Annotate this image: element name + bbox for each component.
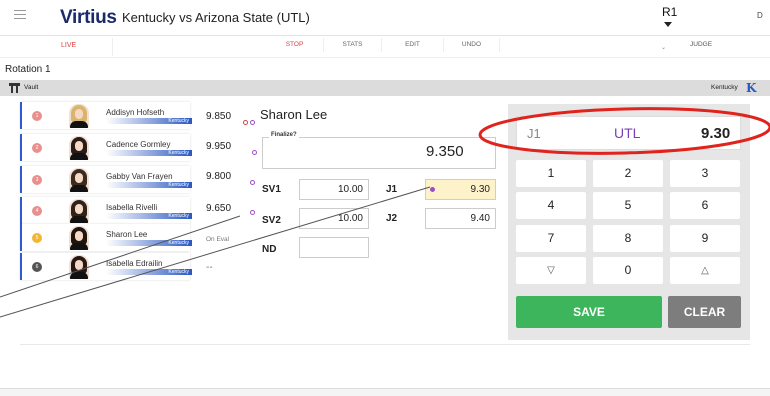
rotation-selector[interactable]: R1	[662, 5, 677, 19]
athlete-row[interactable]: 5 Sharon Lee Kentucky	[20, 224, 192, 251]
team-label: Kentucky	[711, 84, 738, 91]
athlete-photo	[69, 255, 89, 279]
apparatus-label: Vault	[24, 84, 39, 91]
j1-active-dot-icon	[430, 187, 435, 192]
j2-input[interactable]: 9.40	[425, 208, 496, 229]
content-divider	[20, 344, 750, 345]
sv2-input[interactable]: 10.00	[299, 208, 369, 229]
athlete-photo	[69, 199, 89, 223]
nd-label: ND	[262, 244, 277, 255]
athlete-team: Kentucky	[106, 269, 192, 275]
apparatus-bar: Vault Kentucky K	[0, 80, 770, 96]
judge-chevron-icon[interactable]: ⌄	[661, 44, 666, 51]
key-6[interactable]: 6	[670, 192, 740, 219]
sv2-status-dot-icon	[250, 210, 255, 215]
key-3[interactable]: 3	[670, 160, 740, 187]
order-badge: 3	[32, 175, 42, 185]
meet-title: Kentucky vs Arizona State (UTL)	[122, 10, 310, 25]
order-badge: 1	[32, 111, 42, 121]
athlete-name: Sharon Lee	[106, 230, 148, 239]
athlete-name: Gabby Van Frayen	[106, 172, 173, 181]
vault-icon	[9, 83, 20, 93]
key-0[interactable]: 0	[593, 257, 663, 284]
athlete-row[interactable]: 2 Cadence Gormley Kentucky	[20, 134, 192, 161]
red-status-dot-icon	[243, 120, 248, 125]
key-8[interactable]: 8	[593, 225, 663, 252]
athlete-row[interactable]: 1 Addisyn Hofseth Kentucky	[20, 102, 192, 129]
athlete-photo	[69, 136, 89, 160]
key-9[interactable]: 9	[670, 225, 740, 252]
nd-input[interactable]	[299, 237, 369, 258]
athlete-team: Kentucky	[106, 118, 192, 124]
order-badge: 2	[32, 143, 42, 153]
key-7[interactable]: 7	[516, 225, 586, 252]
keypad-display: J1 UTL 9.30	[516, 116, 741, 150]
athlete-score: 9.650	[206, 203, 232, 214]
sv1-input[interactable]: 10.00	[299, 179, 369, 200]
order-badge: 6	[32, 262, 42, 272]
athlete-row[interactable]: 4 Isabella Rivelli Kentucky	[20, 197, 192, 224]
athlete-score: --	[206, 262, 213, 273]
key-1[interactable]: 1	[516, 160, 586, 187]
athlete-photo	[69, 226, 89, 250]
edit-button[interactable]: EDIT	[382, 38, 444, 52]
j1-input[interactable]: 9.30	[425, 179, 496, 200]
judge-selector[interactable]: JUDGE	[690, 41, 712, 48]
order-badge: 4	[32, 206, 42, 216]
athlete-team: Kentucky	[106, 240, 192, 246]
display-judge: J1	[527, 126, 541, 141]
athlete-name: Isabella Edrailin	[106, 259, 163, 268]
key-up-arrow-icon[interactable]: △	[670, 257, 740, 284]
clear-button[interactable]: CLEAR	[668, 296, 741, 328]
athlete-score: 9.850	[206, 111, 232, 122]
finalize-label: Finalize?	[269, 132, 299, 138]
athlete-team: Kentucky	[106, 182, 192, 188]
live-indicator: LIVE	[61, 42, 77, 49]
athlete-photo	[69, 168, 89, 192]
key-2[interactable]: 2	[593, 160, 663, 187]
athlete-team: Kentucky	[106, 213, 192, 219]
athlete-photo	[69, 104, 89, 128]
stop-button[interactable]: STOP	[266, 38, 324, 52]
display-value: 9.30	[701, 125, 731, 142]
key-down-arrow-icon[interactable]: ▽	[516, 257, 586, 284]
app-logo: Virtius	[60, 7, 117, 28]
kentucky-logo-icon: K	[746, 81, 757, 95]
hamburger-menu-icon[interactable]	[14, 10, 26, 22]
athlete-team: Kentucky	[106, 150, 192, 156]
purple-status-dot-icon	[250, 120, 255, 125]
stats-button[interactable]: STATS	[324, 38, 382, 52]
user-avatar[interactable]: D	[757, 11, 763, 20]
order-badge: 5	[32, 233, 42, 243]
athlete-name: Addisyn Hofseth	[106, 108, 165, 117]
sv2-label: SV2	[262, 215, 281, 226]
display-event: UTL	[614, 125, 641, 141]
athlete-name: Isabella Rivelli	[106, 203, 158, 212]
finalize-status-dot-icon	[252, 150, 257, 155]
athlete-score: On Eval	[206, 236, 230, 243]
athlete-score: 9.950	[206, 141, 232, 152]
sv1-label: SV1	[262, 184, 281, 195]
save-button[interactable]: SAVE	[516, 296, 662, 328]
key-4[interactable]: 4	[516, 192, 586, 219]
athlete-score: 9.800	[206, 171, 232, 182]
final-score-value: 9.350	[426, 143, 464, 160]
undo-button[interactable]: UNDO	[444, 38, 500, 52]
rotation-title: Rotation 1	[5, 64, 51, 75]
j1-label: J1	[386, 184, 398, 195]
athlete-name: Cadence Gormley	[106, 140, 171, 149]
selected-athlete-name: Sharon Lee	[260, 107, 328, 122]
top-bar: Virtius Kentucky vs Arizona State (UTL) …	[0, 0, 770, 36]
toolbar-divider	[112, 38, 113, 56]
bottom-edge	[0, 388, 770, 396]
caret-down-icon[interactable]	[664, 22, 672, 27]
j2-label: J2	[386, 213, 398, 224]
sub-toolbar: LIVE STOP STATS EDIT UNDO	[0, 36, 770, 58]
key-5[interactable]: 5	[593, 192, 663, 219]
sv1-status-dot-icon	[250, 180, 255, 185]
athlete-row[interactable]: 6 Isabella Edrailin Kentucky	[20, 253, 192, 280]
athlete-row[interactable]: 3 Gabby Van Frayen Kentucky	[20, 166, 192, 193]
